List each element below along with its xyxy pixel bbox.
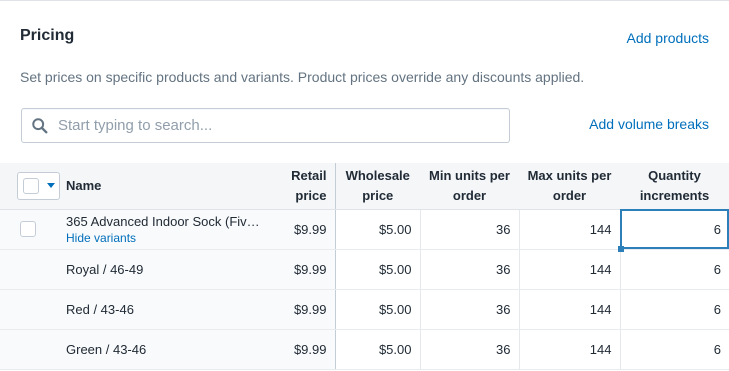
table-row: 365 Advanced Indoor Sock (Five Pack) Hid… bbox=[0, 209, 729, 252]
quantity-increments-cell[interactable]: 6 bbox=[617, 209, 729, 252]
search-input[interactable] bbox=[58, 109, 498, 142]
quantity-increments-cell[interactable]: 6 bbox=[619, 249, 729, 290]
min-units-cell[interactable]: 36 bbox=[419, 249, 519, 290]
select-all-checkbox[interactable] bbox=[23, 177, 39, 194]
variant-name: Red / 43-46 bbox=[66, 301, 134, 317]
fill-handle[interactable] bbox=[617, 245, 624, 252]
header-line: order bbox=[452, 187, 487, 203]
min-units-cell[interactable]: 36 bbox=[419, 329, 519, 370]
row-checkbox-cell bbox=[0, 289, 58, 330]
table-row: Green / 43-46 $9.99 $5.00 36 144 6 bbox=[0, 329, 729, 370]
retail-price-cell: $9.99 bbox=[272, 289, 335, 330]
retail-price-cell: $9.99 bbox=[272, 209, 335, 250]
bulk-select-dropdown[interactable] bbox=[17, 171, 60, 200]
header-line: Wholesale bbox=[345, 167, 410, 183]
row-checkbox-cell bbox=[0, 249, 58, 290]
column-header-quantity-increments[interactable]: Quantity increments bbox=[620, 163, 729, 210]
section-description: Set prices on specific products and vari… bbox=[20, 69, 585, 85]
wholesale-price-cell[interactable]: $5.00 bbox=[334, 209, 420, 250]
add-products-link[interactable]: Add products bbox=[627, 30, 710, 46]
max-units-cell[interactable]: 144 bbox=[518, 249, 620, 290]
retail-price-cell: $9.99 bbox=[272, 249, 335, 290]
row-checkbox-cell bbox=[0, 329, 58, 370]
hide-variants-link[interactable]: Hide variants bbox=[66, 231, 264, 245]
variant-name-cell: Green / 43-46 bbox=[58, 329, 272, 370]
table-header-row: Name Retail price Wholesale price Min un… bbox=[0, 163, 729, 210]
search-field[interactable] bbox=[21, 108, 510, 143]
section-title: Pricing bbox=[20, 27, 75, 44]
row-checkbox[interactable] bbox=[20, 221, 36, 238]
header-line: Quantity bbox=[648, 167, 701, 183]
column-header-wholesale-price[interactable]: Wholesale price bbox=[334, 163, 420, 210]
variant-name: Green / 43-46 bbox=[66, 341, 147, 357]
bulk-select-header bbox=[0, 163, 60, 210]
min-units-cell[interactable]: 36 bbox=[419, 289, 519, 330]
header-line: Retail bbox=[291, 167, 327, 183]
variant-name-cell: Red / 43-46 bbox=[58, 289, 272, 330]
wholesale-price-cell[interactable]: $5.00 bbox=[334, 329, 420, 370]
min-units-cell[interactable]: 36 bbox=[419, 209, 519, 250]
quantity-increments-cell[interactable]: 6 bbox=[619, 329, 729, 370]
search-icon bbox=[31, 117, 49, 135]
max-units-cell[interactable]: 144 bbox=[518, 209, 620, 250]
variant-name-cell: Royal / 46-49 bbox=[58, 249, 272, 290]
quantity-increments-cell[interactable]: 6 bbox=[619, 289, 729, 330]
column-header-max-units[interactable]: Max units per order bbox=[519, 163, 620, 210]
table-row: Red / 43-46 $9.99 $5.00 36 144 6 bbox=[0, 289, 729, 330]
column-header-retail-price[interactable]: Retail price bbox=[272, 163, 335, 210]
max-units-cell[interactable]: 144 bbox=[518, 329, 620, 370]
chevron-down-icon[interactable] bbox=[47, 183, 55, 189]
pricing-table: Name Retail price Wholesale price Min un… bbox=[0, 163, 729, 370]
variant-name: Royal / 46-49 bbox=[66, 261, 144, 277]
header-line: order bbox=[552, 187, 587, 203]
add-volume-breaks-link[interactable]: Add volume breaks bbox=[589, 116, 709, 132]
pricing-card: Pricing Add products Set prices on speci… bbox=[0, 0, 729, 371]
header-line: price bbox=[362, 187, 394, 203]
header-line: increments bbox=[639, 187, 710, 203]
header-line: Max units per bbox=[527, 167, 612, 183]
max-units-cell[interactable]: 144 bbox=[518, 289, 620, 330]
table-row: Royal / 46-49 $9.99 $5.00 36 144 6 bbox=[0, 249, 729, 290]
header-line: Min units per bbox=[429, 167, 510, 183]
product-name: 365 Advanced Indoor Sock (Five Pack) bbox=[66, 213, 264, 229]
column-header-min-units[interactable]: Min units per order bbox=[420, 163, 519, 210]
wholesale-price-cell[interactable]: $5.00 bbox=[334, 289, 420, 330]
quantity-value: 6 bbox=[713, 221, 721, 237]
column-header-name[interactable]: Name bbox=[58, 163, 272, 210]
row-checkbox-cell bbox=[0, 209, 58, 250]
retail-price-cell: $9.99 bbox=[272, 329, 335, 370]
header-line: price bbox=[295, 187, 327, 203]
wholesale-price-cell[interactable]: $5.00 bbox=[334, 249, 420, 290]
product-name-cell: 365 Advanced Indoor Sock (Five Pack) Hid… bbox=[58, 209, 272, 250]
